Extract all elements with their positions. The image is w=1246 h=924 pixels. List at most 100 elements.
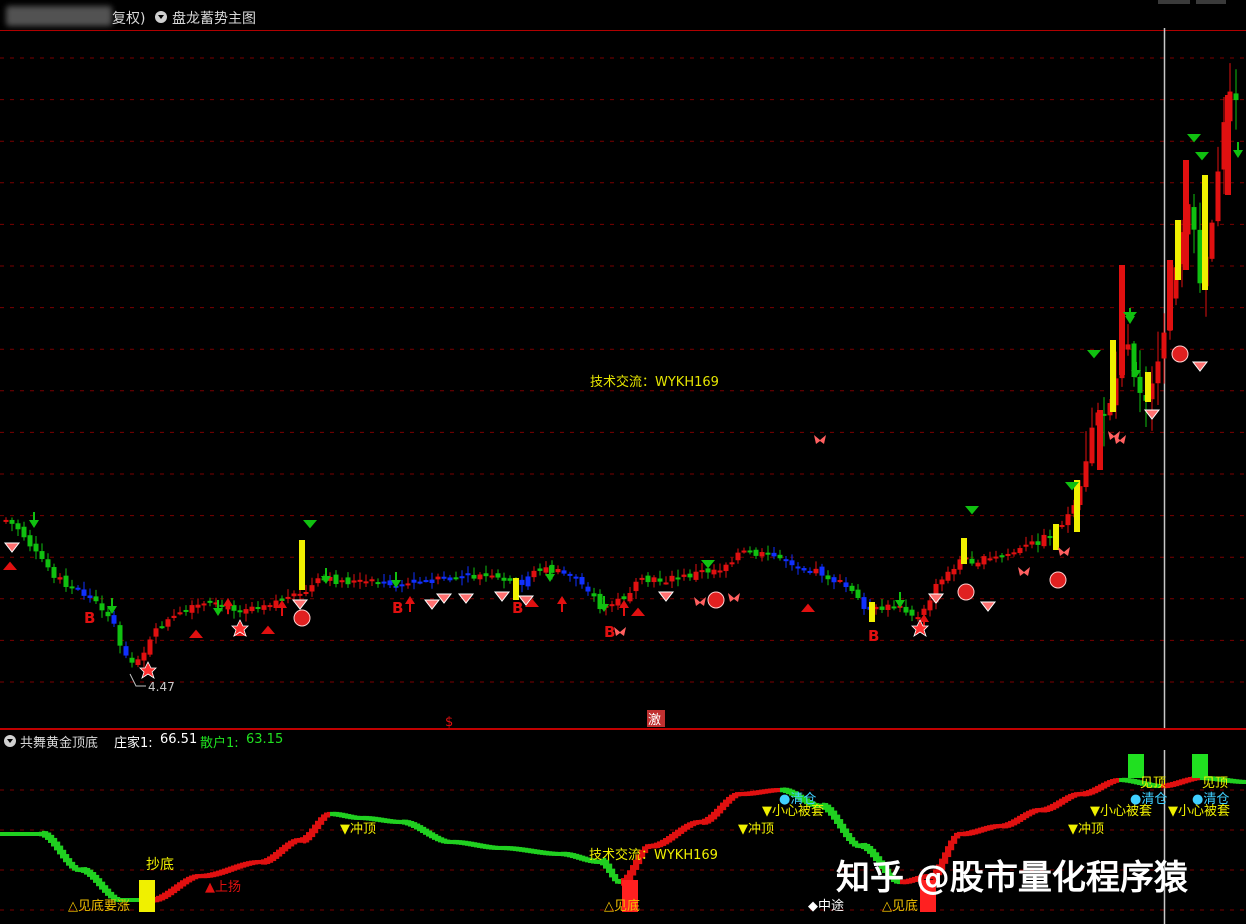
candle-body xyxy=(237,610,243,613)
candle-body xyxy=(147,639,153,655)
candle-body xyxy=(465,573,471,576)
candle-body xyxy=(831,577,837,583)
candle-body xyxy=(399,584,405,587)
candle-body xyxy=(21,526,27,538)
candle-body xyxy=(153,628,159,637)
candle-body xyxy=(1155,361,1161,384)
candle-body xyxy=(477,574,483,580)
candle-body xyxy=(135,659,141,666)
candle-body xyxy=(459,576,465,579)
sub-panel-header: 共舞黄金顶底 庄家1: 66.51 散户1: 63.15 xyxy=(0,732,400,751)
candle-body xyxy=(999,555,1005,558)
candle-body xyxy=(471,574,477,579)
candle-body xyxy=(291,593,297,597)
candle-body xyxy=(33,543,39,552)
candle-body xyxy=(1041,534,1047,547)
candle-body xyxy=(375,582,381,585)
candle-body xyxy=(573,576,579,579)
candle-body xyxy=(1125,344,1131,350)
diamond-sell-icon xyxy=(291,599,309,610)
candle-body xyxy=(27,535,33,547)
sub-indicator-dropdown-icon[interactable] xyxy=(4,735,16,747)
candle-body xyxy=(807,570,813,573)
candle-body xyxy=(615,598,621,606)
candle-body xyxy=(1161,332,1167,359)
down-triangle-icon xyxy=(965,506,979,515)
candle-body xyxy=(705,568,711,573)
diamond-sell-icon xyxy=(493,591,511,602)
candle-body xyxy=(117,625,123,646)
candle-body xyxy=(621,596,627,600)
candle-body xyxy=(993,556,999,559)
butterfly-icon xyxy=(1058,547,1070,556)
candle-body xyxy=(1017,548,1023,554)
candle-body xyxy=(87,595,93,598)
candle-body xyxy=(525,576,531,587)
candle-body xyxy=(813,568,819,574)
butterfly-icon xyxy=(1018,567,1030,576)
yellow-signal-bar xyxy=(513,578,519,600)
jianding-label-1: 见顶 xyxy=(1140,776,1167,791)
candle-body xyxy=(555,569,561,573)
candle-body xyxy=(651,577,657,583)
candle-body xyxy=(207,600,213,603)
candle-body xyxy=(519,579,525,585)
candle-body xyxy=(633,581,639,592)
sub-indicator-name[interactable]: 共舞黄金顶底 xyxy=(20,732,98,751)
diamond-sell-icon xyxy=(423,599,441,610)
candle-body xyxy=(447,577,453,581)
candle-body xyxy=(753,549,759,556)
candle-body xyxy=(129,657,135,663)
candle-body xyxy=(1035,541,1041,545)
candle-body xyxy=(405,583,411,586)
main-candlestick-chart[interactable]: B B B B B 技术交流：WYKH169 4.47 $ 激 xyxy=(0,0,1246,728)
candle-body xyxy=(495,573,501,578)
chongding-label-2: ▼冲顶 xyxy=(738,822,774,837)
candle-body xyxy=(699,570,705,573)
candle-body xyxy=(537,568,543,571)
candle-body xyxy=(1011,552,1017,555)
candle-body xyxy=(69,586,75,589)
candle-body xyxy=(369,579,375,582)
buy-ball-icon xyxy=(293,609,311,627)
candle-body xyxy=(201,603,207,606)
candle-body xyxy=(567,573,573,576)
candle-body xyxy=(1047,536,1053,539)
candle-body xyxy=(1065,514,1071,526)
candle-body xyxy=(903,606,909,613)
star-icon xyxy=(911,619,929,637)
sanhu-value: 63.15 xyxy=(246,732,284,747)
candle-body xyxy=(837,580,843,583)
butterfly-icon xyxy=(728,593,740,602)
candle-body xyxy=(483,573,489,577)
candle-body xyxy=(261,605,267,610)
candle-body xyxy=(423,580,429,583)
candle-body xyxy=(987,558,993,561)
candle-body xyxy=(411,579,417,583)
candle-body xyxy=(729,562,735,565)
buy-ball-icon xyxy=(957,583,975,601)
up-triangle-icon xyxy=(801,603,815,612)
candle-body xyxy=(441,576,447,579)
candle-body xyxy=(453,577,459,580)
candle-body xyxy=(507,578,513,581)
candle-body xyxy=(879,606,885,610)
candle-body xyxy=(885,604,891,610)
candle-body xyxy=(1089,427,1095,464)
candle-body xyxy=(561,570,567,574)
candle-body xyxy=(15,523,21,530)
panel-divider[interactable] xyxy=(0,728,1246,730)
candle-body xyxy=(99,603,105,611)
candle-body xyxy=(63,575,69,588)
buy-ball-icon xyxy=(1049,571,1067,589)
big-red-candle xyxy=(1183,160,1189,270)
candle-body xyxy=(717,570,723,573)
diamond-sell-icon xyxy=(657,591,675,602)
main-watermark: 技术交流：WYKH169 xyxy=(590,374,719,390)
candle-body xyxy=(489,575,495,578)
jiandi-label-1: △见底 xyxy=(604,899,640,914)
candle-body xyxy=(909,609,915,616)
down-arrow-icon xyxy=(545,574,555,582)
down-triangle-icon xyxy=(1195,152,1209,161)
candle-body xyxy=(975,562,981,567)
